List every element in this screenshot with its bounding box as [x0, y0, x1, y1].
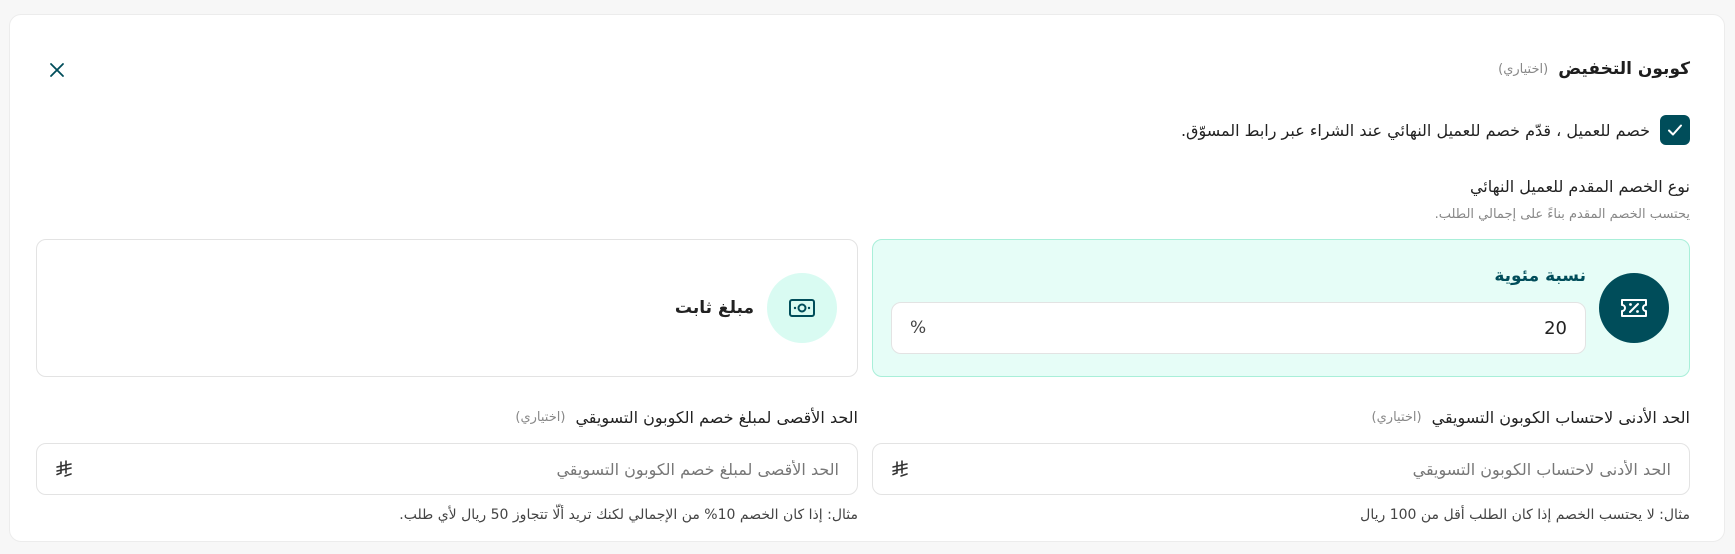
- min-field-label-row: الحد الأدنى لاحتساب الكوبون التسويقي (اخ…: [1372, 408, 1690, 427]
- max-field-label: الحد الأقصى لمبلغ خصم الكوبون التسويقي: [575, 408, 858, 427]
- max-field-hint: مثال: إذا كان الخصم 10% من الإجمالي لكنك…: [399, 507, 858, 523]
- riyal-icon: [892, 460, 908, 477]
- max-amount-field[interactable]: [36, 443, 858, 495]
- percent-unit: %: [910, 318, 927, 338]
- percentage-value-input[interactable]: 20 %: [891, 302, 1586, 354]
- max-field-optional: (اختياري): [515, 410, 566, 425]
- customer-discount-row: خصم للعميل ، قدّم خصم للعميل النهائي عند…: [1181, 115, 1690, 145]
- customer-discount-checkbox[interactable]: [1660, 115, 1690, 145]
- close-button[interactable]: [45, 58, 69, 82]
- min-field-label: الحد الأدنى لاحتساب الكوبون التسويقي: [1431, 408, 1690, 427]
- min-field-hint: مثال: لا يحتسب الخصم إذا كان الطلب أقل م…: [1360, 507, 1690, 523]
- section-title: كوبون التخفيض: [1558, 59, 1690, 79]
- percentage-ticket-icon: [1599, 273, 1669, 343]
- discount-type-title: نوع الخصم المقدم للعميل النهائي: [1469, 177, 1690, 196]
- optional-tag: (اختياري): [1498, 61, 1549, 77]
- checkmark-icon: [1668, 124, 1682, 136]
- section-header: كوبون التخفيض (اختياري): [1498, 59, 1690, 79]
- riyal-icon: [56, 460, 72, 477]
- max-amount-input[interactable]: [139, 459, 839, 479]
- discount-type-subtitle: يحتسب الخصم المقدم بناءً على إجمالي الطل…: [1434, 207, 1690, 222]
- customer-discount-label: خصم للعميل ، قدّم خصم للعميل النهائي عند…: [1180, 120, 1650, 140]
- option-percentage-label: نسبة مئوية: [1494, 266, 1586, 286]
- min-field-optional: (اختياري): [1371, 410, 1422, 425]
- min-amount-input[interactable]: [971, 459, 1671, 479]
- option-percentage[interactable]: نسبة مئوية 20 %: [872, 239, 1690, 377]
- close-icon: [50, 63, 64, 77]
- max-field-label-row: الحد الأقصى لمبلغ خصم الكوبون التسويقي (…: [515, 408, 858, 427]
- option-fixed-label: مبلغ ثابت: [674, 298, 754, 318]
- percentage-value: 20: [1544, 317, 1567, 339]
- discount-coupon-card: كوبون التخفيض (اختياري) خصم للعميل ، قدّ…: [9, 14, 1725, 542]
- min-amount-field[interactable]: [872, 443, 1690, 495]
- option-fixed-amount[interactable]: مبلغ ثابت: [36, 239, 858, 377]
- banknote-icon: [767, 273, 837, 343]
